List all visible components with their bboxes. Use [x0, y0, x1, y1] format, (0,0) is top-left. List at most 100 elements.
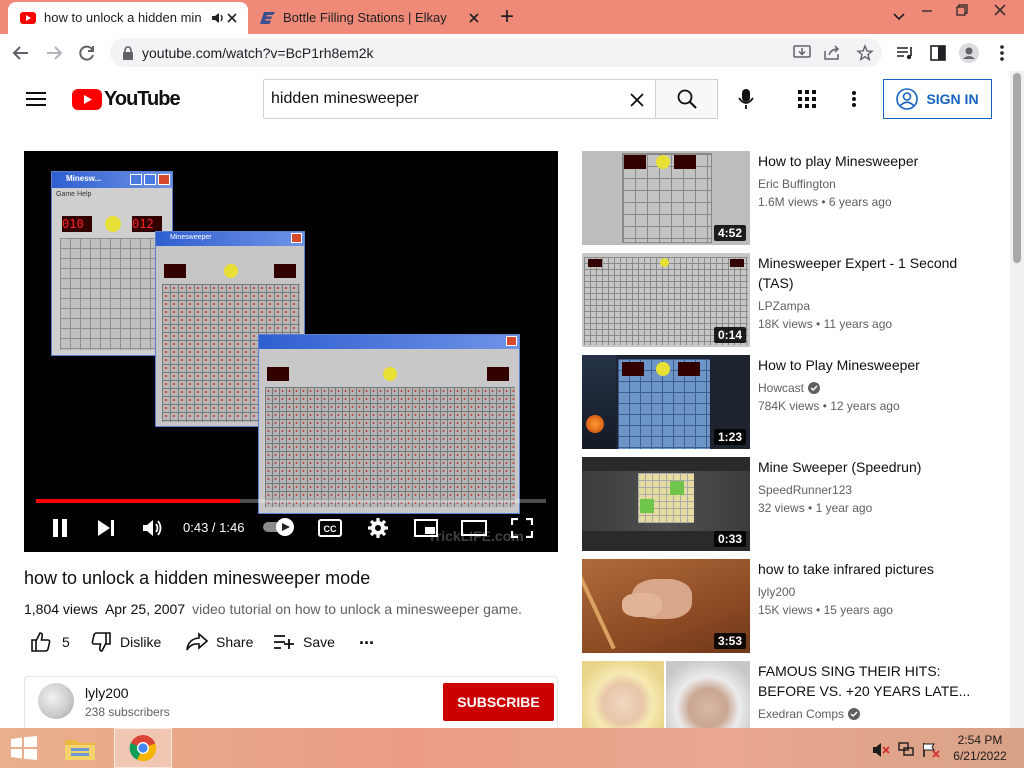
- page-scrollbar[interactable]: [1010, 71, 1024, 728]
- tab-youtube[interactable]: how to unlock a hidden mine: [8, 2, 248, 34]
- subtitles-icon[interactable]: CC: [318, 519, 342, 537]
- progress-played: [36, 499, 240, 503]
- tab-elkay[interactable]: Bottle Filling Stations | Elkay: [250, 2, 490, 34]
- channel-name-text: Exedran Comps: [758, 707, 845, 721]
- side-panel-icon[interactable]: [930, 45, 946, 61]
- like-button[interactable]: 5: [30, 630, 70, 654]
- video-title[interactable]: How to play Minesweeper: [758, 151, 973, 171]
- channel-name[interactable]: SpeedRunner123: [758, 483, 852, 497]
- video-stats: 32 views • 1 year ago: [758, 501, 873, 515]
- add-to-playlist-icon: [274, 635, 294, 649]
- browser-menu-icon[interactable]: [999, 44, 1005, 62]
- volume-muted-icon[interactable]: [872, 742, 890, 758]
- channel-name[interactable]: Exedran Comps: [758, 707, 861, 721]
- video-thumbnail[interactable]: 1:23: [582, 355, 750, 449]
- reload-icon[interactable]: [78, 44, 96, 62]
- recommendation-item[interactable]: 0:33 Mine Sweeper (Speedrun) SpeedRunner…: [582, 457, 1002, 551]
- video-player[interactable]: Minesw... Game Help 010 012 Minesweeper …: [24, 151, 558, 552]
- progress-bar[interactable]: [36, 499, 546, 503]
- media-control-icon[interactable]: [896, 45, 914, 61]
- autoplay-toggle-icon[interactable]: [261, 517, 297, 537]
- scrollbar-thumb[interactable]: [1013, 73, 1021, 263]
- new-tab-button[interactable]: +: [500, 3, 514, 31]
- youtube-logo[interactable]: YouTube: [72, 88, 181, 111]
- channel-avatar[interactable]: [38, 683, 74, 719]
- recommendation-item[interactable]: 0:14 Minesweeper Expert - 1 Second (TAS)…: [582, 253, 1002, 347]
- thumbs-up-icon: [31, 632, 51, 652]
- channel-name[interactable]: LPZampa: [758, 299, 810, 313]
- hamburger-menu-icon[interactable]: [26, 91, 46, 107]
- close-tab-icon[interactable]: [224, 10, 240, 26]
- share-button[interactable]: Share: [186, 630, 253, 654]
- video-thumbnail[interactable]: 0:33: [582, 457, 750, 551]
- lock-icon[interactable]: [122, 46, 134, 60]
- address-bar[interactable]: youtube.com/watch?v=BcP1rh8em2k: [110, 38, 882, 67]
- pause-icon[interactable]: [51, 518, 69, 538]
- tab-search-chevron-icon[interactable]: [892, 12, 906, 22]
- video-thumbnail[interactable]: 3:53: [582, 559, 750, 653]
- theater-mode-icon[interactable]: [461, 520, 487, 536]
- video-title[interactable]: FAMOUS SING THEIR HITS: BEFORE VS. +20 Y…: [758, 661, 973, 701]
- channel-name[interactable]: Eric Buffington: [758, 177, 836, 191]
- settings-more-icon[interactable]: [851, 90, 857, 108]
- upload-age: 1 year ago: [815, 501, 873, 515]
- save-button[interactable]: Save: [273, 630, 335, 654]
- sign-in-button[interactable]: SIGN IN: [883, 79, 992, 119]
- youtube-logo-text: YouTube: [104, 88, 181, 110]
- video-thumbnail[interactable]: [582, 661, 750, 728]
- close-window-icon[interactable]: [993, 3, 1007, 17]
- back-icon[interactable]: [12, 44, 30, 62]
- video-title[interactable]: how to take infrared pictures: [758, 559, 973, 579]
- clear-search-icon[interactable]: [629, 92, 645, 108]
- video-thumbnail[interactable]: 0:14: [582, 253, 750, 347]
- youtube-favicon-icon: [20, 12, 36, 24]
- close-tab-icon[interactable]: [466, 10, 482, 26]
- forward-icon[interactable]: [45, 44, 63, 62]
- bookmark-star-icon[interactable]: [856, 44, 874, 62]
- search-button[interactable]: [655, 79, 718, 119]
- channel-name[interactable]: Howcast: [758, 381, 821, 395]
- more-actions-button[interactable]: ...: [359, 628, 374, 649]
- windows-start-icon[interactable]: [10, 736, 38, 760]
- tab-title: Bottle Filling Stations | Elkay: [283, 10, 447, 25]
- file-explorer-icon[interactable]: [63, 734, 97, 762]
- share-page-icon[interactable]: [823, 45, 841, 61]
- minimize-icon[interactable]: [920, 4, 934, 18]
- install-app-icon[interactable]: [793, 45, 811, 61]
- subscribe-label: SUBSCRIBE: [457, 694, 540, 710]
- next-video-icon[interactable]: [96, 519, 116, 537]
- recommendation-item[interactable]: 3:53 how to take infrared pictures lyly2…: [582, 559, 1002, 653]
- video-description[interactable]: video tutorial on how to unlock a minesw…: [192, 601, 522, 617]
- chrome-taskbar-button[interactable]: [114, 728, 172, 768]
- channel-name[interactable]: lyly200: [85, 685, 129, 701]
- system-clock[interactable]: 2:54 PM 6/21/2022: [950, 732, 1010, 764]
- volume-icon[interactable]: [142, 518, 164, 538]
- recommendation-item[interactable]: FAMOUS SING THEIR HITS: BEFORE VS. +20 Y…: [582, 661, 1002, 728]
- profile-icon[interactable]: [959, 43, 979, 63]
- network-icon[interactable]: [897, 742, 915, 758]
- search-input[interactable]: hidden minesweeper: [263, 79, 655, 119]
- video-title[interactable]: Mine Sweeper (Speedrun): [758, 457, 973, 477]
- window-menu: Game Help: [56, 191, 92, 198]
- channel-name-text: Howcast: [758, 381, 805, 395]
- action-center-icon[interactable]: [922, 742, 940, 758]
- video-thumbnail[interactable]: 4:52: [582, 151, 750, 245]
- recommendation-item[interactable]: 1:23 How to Play Minesweeper Howcast 784…: [582, 355, 1002, 449]
- recommendation-item[interactable]: 4:52 How to play Minesweeper Eric Buffin…: [582, 151, 1002, 245]
- video-title[interactable]: Minesweeper Expert - 1 Second (TAS): [758, 253, 973, 293]
- settings-gear-icon[interactable]: [367, 517, 389, 539]
- subscriber-count: 238 subscribers: [85, 705, 170, 719]
- speaker-icon[interactable]: [211, 11, 225, 25]
- channel-name-text: Eric Buffington: [758, 177, 836, 191]
- fullscreen-icon[interactable]: [511, 518, 533, 538]
- apps-grid-icon[interactable]: [798, 90, 816, 108]
- channel-name[interactable]: lyly200: [758, 585, 795, 599]
- microphone-icon[interactable]: [738, 88, 754, 110]
- view-count: 1,804 views: [24, 601, 98, 617]
- restore-icon[interactable]: [955, 3, 969, 17]
- upload-age: 15 years ago: [823, 603, 893, 617]
- video-title[interactable]: How to Play Minesweeper: [758, 355, 973, 375]
- dislike-button[interactable]: Dislike: [90, 630, 161, 654]
- miniplayer-icon[interactable]: [414, 519, 438, 537]
- subscribe-button[interactable]: SUBSCRIBE: [443, 683, 554, 721]
